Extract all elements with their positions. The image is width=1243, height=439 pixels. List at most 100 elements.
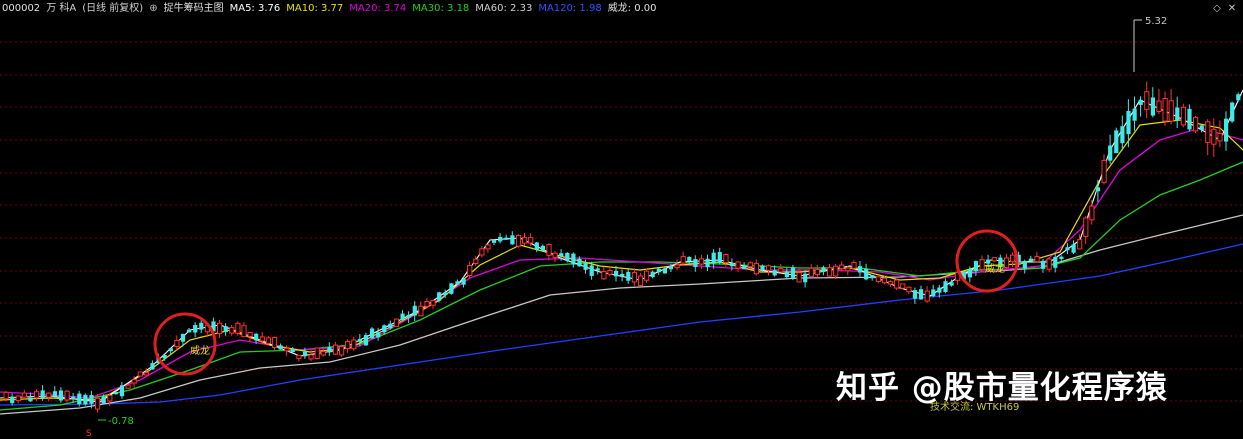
- candle-body: [742, 265, 747, 270]
- candle-body: [259, 336, 265, 342]
- candle-body: [589, 265, 594, 276]
- candle-body: [919, 289, 924, 300]
- candle-body: [656, 268, 661, 273]
- candle-body: [254, 333, 259, 341]
- candle-body: [388, 323, 393, 329]
- candle-body: [1175, 107, 1180, 121]
- candle-body: [515, 234, 522, 247]
- candle-body: [510, 235, 515, 245]
- candle-body: [1010, 254, 1016, 263]
- stock-chart[interactable]: 威龙 威龙 5.32 -0.78 S 000002 万 科A (日线 前复权) ⊕ 捉牛…: [0, 0, 1243, 439]
- candle-body: [187, 329, 192, 333]
- candle-body: [735, 261, 741, 269]
- candle-body: [1224, 118, 1229, 142]
- candle-body: [265, 337, 271, 344]
- candle-body: [327, 347, 332, 353]
- candle-body: [1150, 97, 1155, 116]
- candle-body: [1168, 100, 1174, 122]
- candle-body: [247, 331, 253, 337]
- candle-body: [620, 273, 625, 276]
- candle-body: [858, 266, 863, 273]
- candle-body: [827, 267, 833, 277]
- candle-body: [363, 335, 369, 346]
- candle-body: [870, 275, 875, 279]
- chart-period[interactable]: (日线 前复权): [82, 0, 143, 18]
- candle-body: [1211, 128, 1217, 145]
- candle-body: [973, 261, 979, 271]
- candle-body: [199, 322, 204, 330]
- candle-body: [1120, 126, 1125, 144]
- candle-body: [485, 244, 491, 250]
- candle-body: [668, 265, 674, 270]
- candle-body: [449, 283, 454, 294]
- grid-lines: [0, 41, 1243, 402]
- candle-body: [1132, 108, 1137, 121]
- ma30-label: MA30: 3.18: [412, 3, 470, 14]
- candle-body: [894, 279, 900, 289]
- candle-body: [345, 340, 351, 349]
- candle-body: [131, 379, 137, 384]
- candle-body: [125, 384, 131, 389]
- candle-body: [729, 262, 735, 267]
- candle-body: [937, 287, 942, 293]
- candle-body: [1126, 110, 1131, 135]
- candle-body: [271, 336, 278, 348]
- ma5-line: [0, 89, 1243, 403]
- candle-body: [455, 281, 460, 285]
- close-icon[interactable]: ✕: [1226, 3, 1238, 15]
- candle-body: [803, 273, 808, 283]
- candle-body: [1108, 145, 1113, 161]
- candle-body: [650, 271, 655, 278]
- candle-body: [241, 325, 247, 338]
- candle-body: [320, 351, 326, 356]
- candle-body: [89, 395, 94, 404]
- candle-body: [705, 258, 710, 268]
- candle-body: [412, 305, 417, 316]
- candle-body: [180, 333, 186, 342]
- candle-body: [1065, 247, 1070, 251]
- candle-body: [1156, 100, 1162, 112]
- candle-body: [595, 268, 600, 271]
- candle-body: [1071, 244, 1076, 253]
- candle-body: [753, 263, 759, 275]
- candle-body: [1089, 205, 1095, 221]
- candle-body: [137, 371, 143, 377]
- candle-body: [717, 252, 722, 263]
- candle-body: [1199, 125, 1204, 130]
- indicator-icon: ⊕: [149, 3, 158, 14]
- candle-body: [845, 267, 851, 272]
- candle-body: [912, 290, 918, 299]
- candle-body: [1205, 121, 1211, 144]
- candle-body: [40, 390, 45, 399]
- candle-body: [723, 254, 729, 264]
- candle-body: [376, 332, 381, 338]
- candle-body: [1053, 256, 1058, 268]
- candle-body: [143, 372, 150, 376]
- candle-body: [1028, 258, 1033, 262]
- candle-body: [711, 252, 716, 264]
- diamond-icon[interactable]: ◇: [1211, 3, 1223, 15]
- candle-body: [693, 259, 698, 268]
- candle-body: [351, 339, 357, 350]
- candle-body: [534, 242, 539, 250]
- indicator-name[interactable]: 捉牛筹码主图: [164, 0, 224, 18]
- ma120-label: MA120: 1.98: [538, 3, 602, 14]
- candle-body: [437, 292, 442, 301]
- candle-body: [278, 345, 283, 350]
- candle-body: [1114, 130, 1119, 154]
- candle-body: [119, 385, 125, 397]
- candle-body: [1217, 132, 1223, 142]
- candle-body: [406, 314, 411, 318]
- candle-body: [58, 390, 64, 401]
- candle-body: [864, 269, 869, 280]
- candle-body: [302, 351, 308, 357]
- candle-body: [522, 237, 528, 244]
- candle-body: [528, 237, 534, 244]
- stock-name[interactable]: 万 科A: [46, 0, 76, 18]
- candle-body: [430, 300, 436, 306]
- candle-body: [790, 267, 796, 278]
- candle-body: [46, 392, 52, 398]
- stock-code[interactable]: 000002: [2, 0, 40, 18]
- candle-body: [906, 286, 912, 293]
- candle-body: [565, 252, 570, 261]
